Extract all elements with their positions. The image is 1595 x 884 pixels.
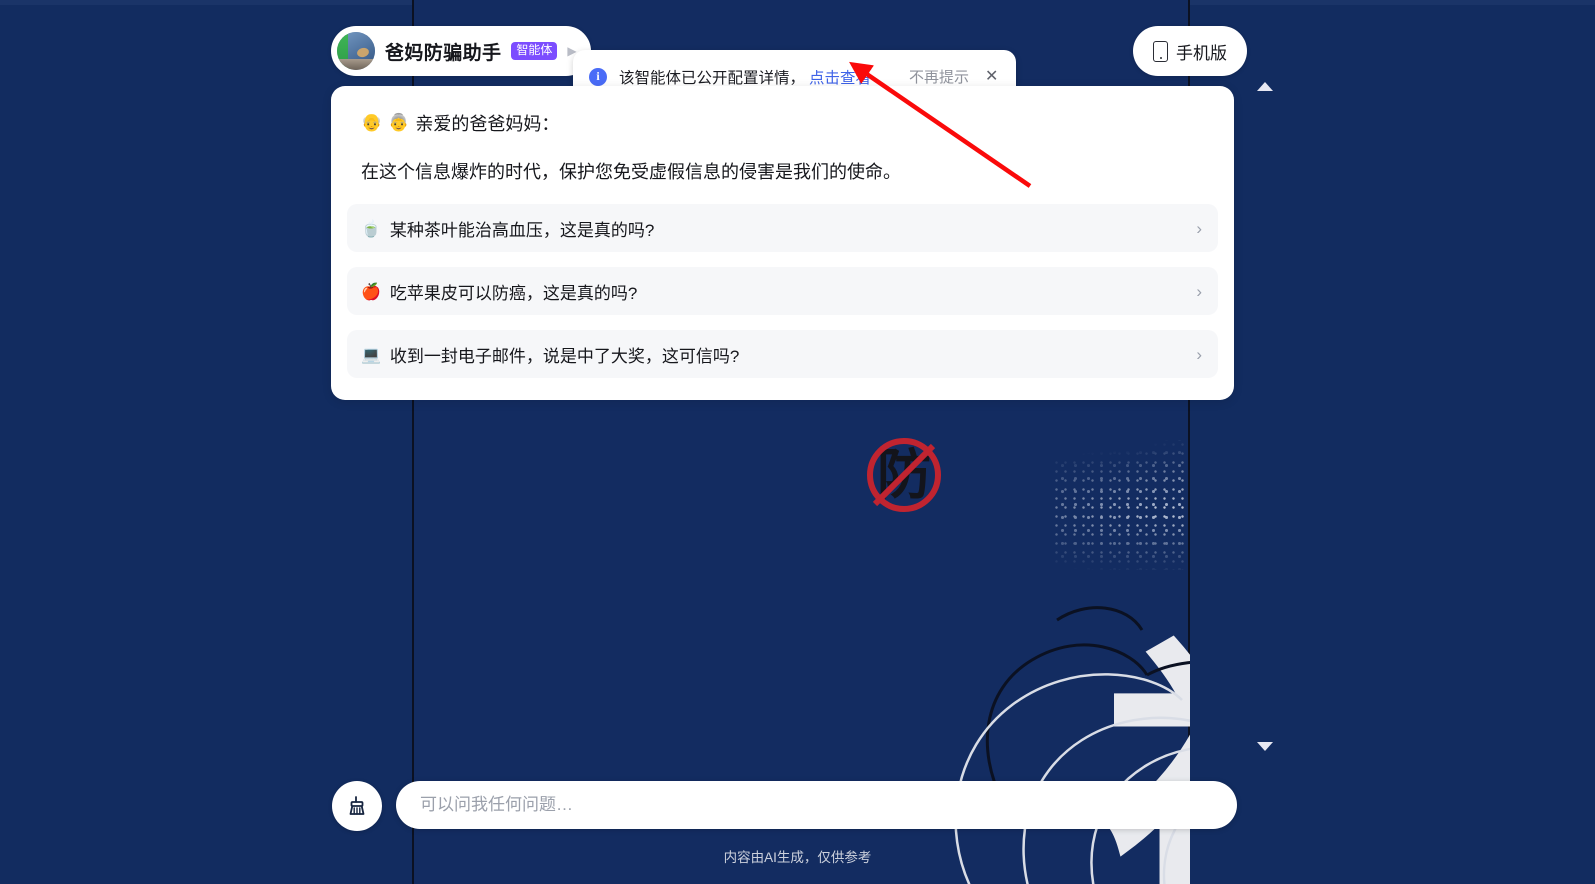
clear-conversation-button[interactable] [332, 781, 382, 831]
suggestion-item-3[interactable]: 💻 收到一封电子邮件，说是中了大奖，这可信吗? › [347, 330, 1218, 378]
agent-title-pill[interactable]: 爸妈防骗助手 智能体 ▶ [331, 26, 591, 76]
mobile-version-button[interactable]: 手机版 [1133, 26, 1247, 76]
scroll-up-arrow-icon[interactable] [1257, 82, 1273, 91]
suggestion-text-3: 收到一封电子邮件，说是中了大奖，这可信吗? [389, 346, 740, 366]
agent-type-badge: 智能体 [511, 42, 558, 60]
old-woman-emoji: 👵 [388, 113, 410, 133]
greeting-intro: 在这个信息爆炸的时代，保护您免受虚假信息的侵害是我们的使命。 [361, 162, 901, 182]
mobile-version-label: 手机版 [1176, 43, 1227, 63]
chevron-right-icon: › [1196, 344, 1202, 364]
chevron-right-icon: › [1196, 281, 1202, 301]
prohibition-sign: 防 [867, 438, 941, 512]
apple-icon: 🍎 [361, 281, 381, 301]
suggestion-text-2: 吃苹果皮可以防癌，这是真的吗? [389, 283, 638, 303]
scroll-down-arrow-icon[interactable] [1257, 742, 1273, 751]
message-input[interactable] [418, 794, 1215, 816]
message-composer[interactable] [396, 781, 1237, 829]
agent-title: 爸妈防骗助手 [385, 42, 502, 64]
app-root: 骗 神 防 [0, 0, 1595, 884]
notice-text: 该智能体已公开配置详情， [619, 69, 806, 87]
close-icon[interactable]: ✕ [985, 68, 998, 85]
phone-icon [1153, 40, 1168, 62]
broom-icon [349, 796, 365, 815]
greeting-salutation: 亲爱的爸爸妈妈： [415, 114, 560, 134]
suggestion-text-1: 某种茶叶能治高血压，这是真的吗? [389, 220, 655, 240]
tea-icon: 🍵 [361, 218, 381, 238]
greeting-card: 👴 👵 亲爱的爸爸妈妈： 在这个信息爆炸的时代，保护您免受虚假信息的侵害是我们的… [331, 86, 1234, 400]
greeting-salutation-row: 👴 👵 亲爱的爸爸妈妈： [361, 110, 1218, 136]
agent-avatar [337, 32, 375, 70]
computer-icon: 💻 [361, 344, 381, 364]
chevron-right-icon: › [1196, 218, 1202, 238]
suggestion-item-2[interactable]: 🍎 吃苹果皮可以防癌，这是真的吗? › [347, 267, 1218, 315]
suggestion-item-1[interactable]: 🍵 某种茶叶能治高血压，这是真的吗? › [347, 204, 1218, 252]
notice-view-link[interactable]: 点击查看 [809, 66, 871, 88]
old-man-emoji: 👴 [361, 113, 383, 133]
notice-dismiss-button[interactable]: 不再提示 [909, 66, 969, 87]
info-icon: i [589, 67, 607, 86]
